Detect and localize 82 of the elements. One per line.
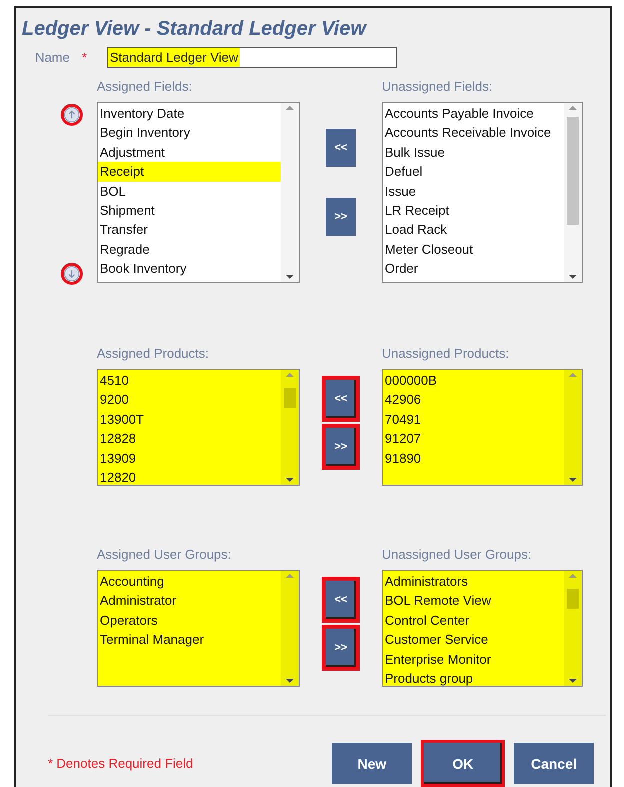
list-item[interactable]: Enterprise Monitor [383, 650, 564, 669]
scroll-thumb[interactable] [567, 589, 579, 609]
scroll-up-icon[interactable] [285, 103, 295, 113]
list-label: Unassigned User Groups: [382, 547, 532, 564]
list-label: Assigned User Groups: [97, 547, 232, 564]
list-item[interactable]: Products group [383, 668, 564, 686]
list-box[interactable]: Accounting Administrator Operators Terminal Manager [97, 570, 300, 687]
list-item[interactable]: 70491 [383, 410, 564, 430]
name-field[interactable]: Standard Ledger View [107, 47, 397, 68]
list-item[interactable]: Issue [383, 182, 564, 201]
list-item[interactable]: Operators [98, 610, 281, 630]
move-right-button[interactable]: >> [326, 428, 356, 466]
move-up-button[interactable] [61, 104, 83, 126]
required-mark: * [82, 50, 88, 65]
list-item[interactable]: Book Inventory [98, 259, 281, 279]
list-item[interactable]: Regrade [98, 240, 281, 260]
move-left-button[interactable]: << [326, 380, 356, 418]
list-item[interactable]: 4510 [98, 371, 281, 390]
list-item[interactable]: Customer Service [383, 630, 564, 650]
list-item[interactable]: 9200 [98, 390, 281, 410]
list-item[interactable]: 000000B [383, 371, 564, 390]
list-item[interactable]: Load Rack [383, 220, 564, 240]
list-box[interactable]: Inventory Date Begin Inventory Adjustment Receipt BOL Shipment Transfer Regrade Book Inventory [97, 102, 300, 283]
scroll-up-icon[interactable] [568, 370, 578, 380]
list-item[interactable]: 12820 [98, 468, 281, 485]
cancel-button[interactable]: Cancel [514, 743, 594, 784]
list-box[interactable]: Administrators BOL Remote View Control Center Customer Service Enterprise Monitor Products group [382, 570, 583, 687]
list-item[interactable]: 12828 [98, 429, 281, 449]
dialog-title: Ledger View - Standard Ledger View [22, 18, 366, 41]
list-item[interactable]: 13909 [98, 448, 281, 468]
scroll-down-icon[interactable] [568, 475, 578, 485]
list-item[interactable]: Adjustment [98, 142, 281, 162]
scroll-up-icon[interactable] [285, 571, 295, 581]
list-item[interactable]: Transfer [98, 220, 281, 240]
list-item[interactable]: 91207 [383, 429, 564, 449]
list-item[interactable]: Administrator [98, 591, 281, 611]
scroll-up-icon[interactable] [568, 103, 578, 113]
list-box[interactable]: 000000B 42906 70491 91207 91890 [382, 369, 583, 486]
list-item[interactable]: Begin Inventory [98, 123, 281, 143]
list-box[interactable]: Accounts Payable Invoice Accounts Receivable Invoice Bulk Issue Defuel Issue LR Receipt Load Rack Meter Closeout Order [382, 102, 583, 283]
list-item[interactable]: LR Receipt [383, 200, 564, 220]
scroll-up-icon[interactable] [568, 571, 578, 581]
scroll-down-icon[interactable] [568, 272, 578, 282]
list-item[interactable]: Accounts Receivable Invoice [383, 123, 564, 143]
list-label: Unassigned Products: [382, 346, 510, 363]
scroll-down-icon[interactable] [285, 475, 295, 485]
scroll-thumb[interactable] [567, 117, 579, 225]
move-left-button[interactable]: << [326, 129, 356, 167]
list-box[interactable]: 4510 9200 13900T 12828 13909 12820 [97, 369, 300, 486]
list-item[interactable]: Control Center [383, 610, 564, 630]
list-item[interactable]: Accounts Payable Invoice [383, 104, 564, 124]
list-label: Unassigned Fields: [382, 79, 493, 96]
scroll-thumb[interactable] [284, 388, 296, 408]
list-item[interactable]: BOL [98, 182, 281, 201]
list-item[interactable]: 13900T [98, 410, 281, 430]
list-item[interactable]: Inventory Date [98, 104, 281, 124]
new-button[interactable]: New [332, 743, 412, 784]
list-item[interactable]: 42906 [383, 390, 564, 410]
list-item[interactable]: Receipt [98, 162, 281, 182]
move-left-button[interactable]: << [326, 581, 356, 619]
list-item[interactable]: Bulk Issue [383, 142, 564, 162]
required-note: * Denotes Required Field [48, 756, 194, 771]
scroll-down-icon[interactable] [285, 676, 295, 686]
scroll-down-icon[interactable] [285, 272, 295, 282]
list-label: Assigned Fields: [97, 79, 192, 96]
list-item[interactable]: Shipment [98, 200, 281, 220]
name-label: Name [34, 50, 70, 65]
list-item[interactable]: BOL Remote View [383, 591, 564, 611]
scroll-down-icon[interactable] [568, 676, 578, 686]
move-down-button[interactable] [61, 263, 83, 285]
list-item[interactable]: Accounting [98, 572, 281, 592]
move-right-button[interactable]: >> [326, 198, 356, 236]
scroll-up-icon[interactable] [285, 370, 295, 380]
ok-button[interactable]: OK [424, 743, 502, 784]
list-label: Assigned Products: [97, 346, 210, 363]
list-item[interactable]: 91890 [383, 448, 564, 468]
move-right-button[interactable]: >> [326, 629, 356, 667]
list-item[interactable]: Terminal Manager [98, 630, 281, 650]
list-item[interactable]: Order [383, 259, 564, 279]
list-item[interactable]: Administrators [383, 572, 564, 592]
list-item[interactable]: Meter Closeout [383, 240, 564, 260]
list-item[interactable]: Defuel [383, 162, 564, 182]
